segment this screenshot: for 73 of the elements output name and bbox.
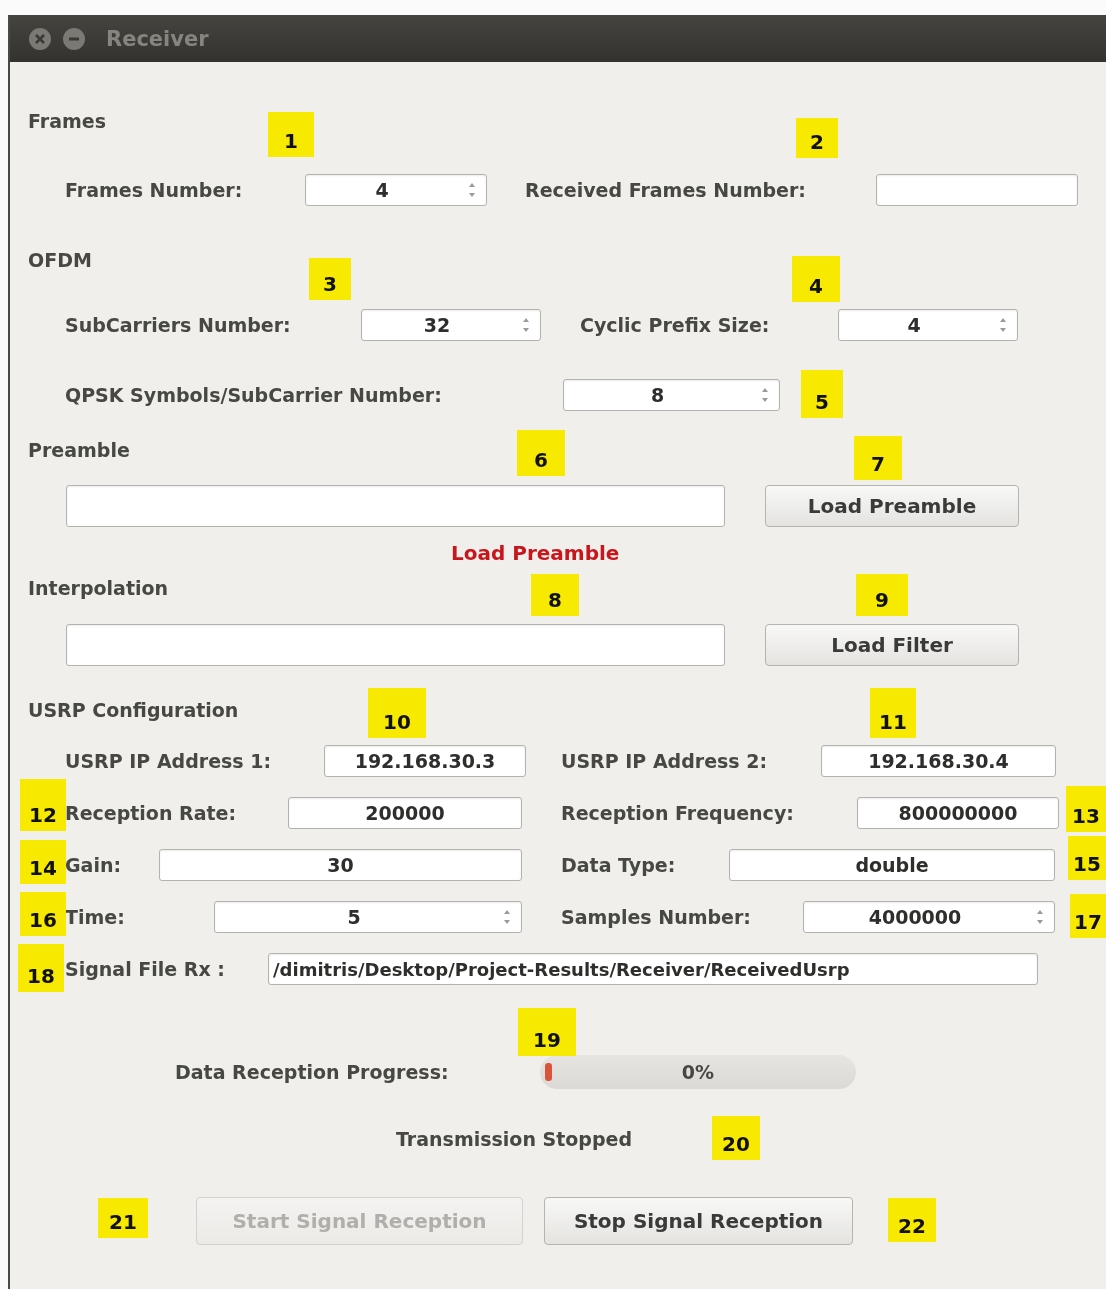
section-heading: OFDM [28, 248, 92, 272]
input-field[interactable]: 192.168.30.3 [324, 745, 526, 777]
spin-box[interactable]: 8 [563, 379, 780, 411]
section-heading: USRP Configuration [28, 698, 239, 722]
field-label: Time: [65, 906, 126, 928]
callout-number: 4 [792, 256, 840, 302]
spinner-arrows-icon[interactable] [1035, 908, 1045, 926]
section-heading: Frames [28, 109, 106, 133]
progress-reading: 0% [681, 1061, 715, 1083]
field-label: Reception Frequency: [561, 802, 795, 824]
callout-number: 14 [20, 840, 66, 884]
field-label: Data Type: [561, 854, 677, 876]
callout-number: 19 [518, 1008, 576, 1056]
path-field[interactable]: /dimitris/Desktop/Project-Results/Receiver/ReceivedUsrp [268, 953, 1038, 985]
spinner-arrows-icon[interactable] [998, 316, 1008, 334]
callout-number: 2 [796, 118, 838, 158]
callout-number: 15 [1068, 836, 1106, 880]
close-icon[interactable] [28, 26, 52, 51]
field-label: Reception Rate: [65, 802, 238, 824]
callout-number: 16 [20, 892, 66, 936]
callout-number: 9 [856, 574, 908, 616]
callout-number: 5 [801, 370, 843, 418]
load-button[interactable]: Load Filter [765, 624, 1019, 666]
window-title: Receiver [106, 26, 209, 51]
spin-box[interactable]: 4 [838, 309, 1018, 341]
callout-number: 1 [268, 112, 314, 157]
progress-label: Data Reception Progress: [175, 1061, 450, 1083]
callout-number: 21 [98, 1198, 148, 1238]
field-label: Received Frames Number: [525, 179, 807, 201]
spinner-arrows-icon[interactable] [502, 908, 512, 926]
input-field[interactable]: double [729, 849, 1055, 881]
minimize-icon[interactable] [62, 26, 86, 51]
callout-number: 8 [531, 574, 579, 616]
callout-number: 3 [309, 258, 351, 300]
callout-number: 20 [712, 1116, 760, 1160]
callout-number: 12 [20, 779, 66, 831]
field-label: Cyclic Prefix Size: [580, 314, 771, 336]
input-field[interactable]: 800000000 [857, 797, 1059, 829]
field-label: Gain: [65, 854, 123, 876]
warning-text: Load Preamble [451, 541, 620, 565]
callout-number: 13 [1066, 786, 1106, 832]
spin-box[interactable]: 4 [305, 174, 487, 206]
callout-number: 6 [517, 430, 565, 476]
spinner-arrows-icon[interactable] [521, 316, 531, 334]
spinner-arrows-icon[interactable] [467, 181, 477, 199]
field-label: Frames Number: [65, 179, 244, 201]
callout-number: 18 [18, 944, 64, 992]
load-button[interactable]: Load Preamble [765, 485, 1019, 527]
field-label: SubCarriers Number: [65, 314, 292, 336]
callout-number: 7 [854, 436, 902, 480]
spin-box[interactable]: 5 [214, 901, 522, 933]
callout-number: 10 [368, 688, 426, 738]
callout-number: 11 [870, 688, 916, 738]
status-text: Transmission Stopped [396, 1127, 633, 1151]
input-field[interactable]: 200000 [288, 797, 522, 829]
spinner-arrows-icon[interactable] [760, 386, 770, 404]
section-heading: Interpolation [28, 576, 169, 600]
callout-number: 17 [1070, 894, 1106, 938]
section-heading: Preamble [28, 438, 130, 462]
field-label: USRP IP Address 2: [561, 750, 769, 772]
input-field[interactable] [66, 624, 725, 666]
callout-number: 22 [888, 1198, 936, 1242]
spin-box[interactable]: 32 [361, 309, 541, 341]
field-label: USRP IP Address 1: [65, 750, 273, 772]
input-field[interactable]: 192.168.30.4 [821, 745, 1056, 777]
input-field[interactable] [876, 174, 1078, 206]
spin-box[interactable]: 4000000 [803, 901, 1055, 933]
field-label: Samples Number: [561, 906, 752, 928]
field-label: Signal File Rx : [65, 958, 226, 980]
input-field[interactable]: 30 [159, 849, 522, 881]
field-label: QPSK Symbols/SubCarrier Number: [65, 384, 443, 406]
input-field[interactable] [66, 485, 725, 527]
stop-button[interactable]: Stop Signal Reception [544, 1197, 853, 1245]
